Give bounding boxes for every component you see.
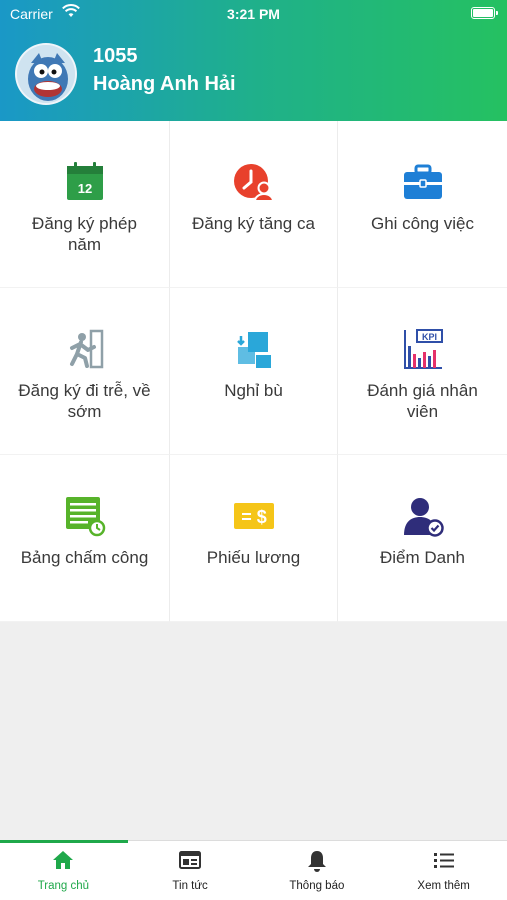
menu-label: Phiếu lương — [206, 548, 301, 567]
list-icon — [433, 853, 454, 868]
tab-label: Thông báo — [289, 880, 345, 892]
salary-slip-icon: = $ — [233, 503, 274, 529]
calendar-icon: 12 — [66, 162, 103, 200]
menu-overtime[interactable]: Đăng ký tăng ca — [170, 121, 338, 288]
kpi-text: KPI — [421, 332, 436, 342]
menu-label: Đăng ký phép năm — [32, 214, 137, 254]
briefcase-icon — [403, 164, 442, 199]
menu-label: Đăng ký đi trễ, về sớm — [18, 381, 151, 421]
menu-label: Đánh giá nhân viên — [367, 381, 478, 421]
battery-level — [473, 9, 493, 17]
app-header: Carrier 3:21 PM 1055 Hoàng Anh Hải — [0, 0, 507, 121]
menu-attendance[interactable]: Điểm Danh — [338, 455, 507, 622]
menu-compensatory-leave[interactable]: Nghỉ bù — [170, 288, 338, 455]
avatar[interactable] — [15, 43, 77, 105]
tab-notifications[interactable]: Thông báo — [254, 841, 381, 900]
status-bar: Carrier 3:21 PM — [0, 0, 507, 28]
tab-home[interactable]: Trang chủ — [0, 841, 127, 900]
swap-squares-icon — [236, 332, 271, 368]
menu-label: Nghỉ bù — [224, 381, 283, 400]
tab-more[interactable]: Xem thêm — [380, 841, 507, 900]
bell-icon — [307, 851, 326, 872]
menu-label: Đăng ký tăng ca — [192, 214, 315, 233]
calendar-day: 12 — [77, 181, 91, 196]
menu-staff-evaluation[interactable]: KPI Đánh giá nhân viên — [338, 288, 507, 455]
menu-label: Bảng chấm công — [20, 548, 149, 567]
timesheet-icon — [65, 497, 105, 537]
user-check-icon — [403, 498, 444, 537]
user-id: 1055 — [93, 45, 138, 67]
menu-work-log[interactable]: Ghi công việc — [338, 121, 507, 288]
menu-late-early[interactable]: Đăng ký đi trễ, về sớm — [0, 288, 170, 455]
tab-news[interactable]: Tin tức — [127, 841, 254, 900]
news-icon — [179, 851, 202, 869]
feature-grid: 12 Đăng ký phép năm Đăng ký tăng ca Ghi … — [0, 121, 507, 622]
home-icon — [53, 851, 74, 869]
tab-label: Trang chủ — [37, 880, 90, 892]
menu-payslip[interactable]: = $ Phiếu lương — [170, 455, 338, 622]
menu-label: Điểm Danh — [379, 548, 466, 567]
tab-bar: Trang chủ Tin tức Thông báo Xem thêm — [0, 840, 507, 900]
user-name: Hoàng Anh Hải — [93, 73, 236, 95]
battery-icon — [471, 7, 498, 19]
clock: 3:21 PM — [227, 6, 280, 22]
menu-annual-leave[interactable]: 12 Đăng ký phép năm — [0, 121, 170, 288]
tab-label: Tin tức — [172, 880, 208, 892]
menu-label: Ghi công việc — [371, 214, 474, 233]
kpi-chart-icon: KPI — [403, 329, 443, 369]
menu-timesheet[interactable]: Bảng chấm công — [0, 455, 170, 622]
slip-text: = $ — [241, 507, 267, 527]
tab-label: Xem thêm — [417, 880, 470, 892]
exit-running-icon — [69, 329, 103, 369]
overtime-icon — [233, 164, 274, 202]
